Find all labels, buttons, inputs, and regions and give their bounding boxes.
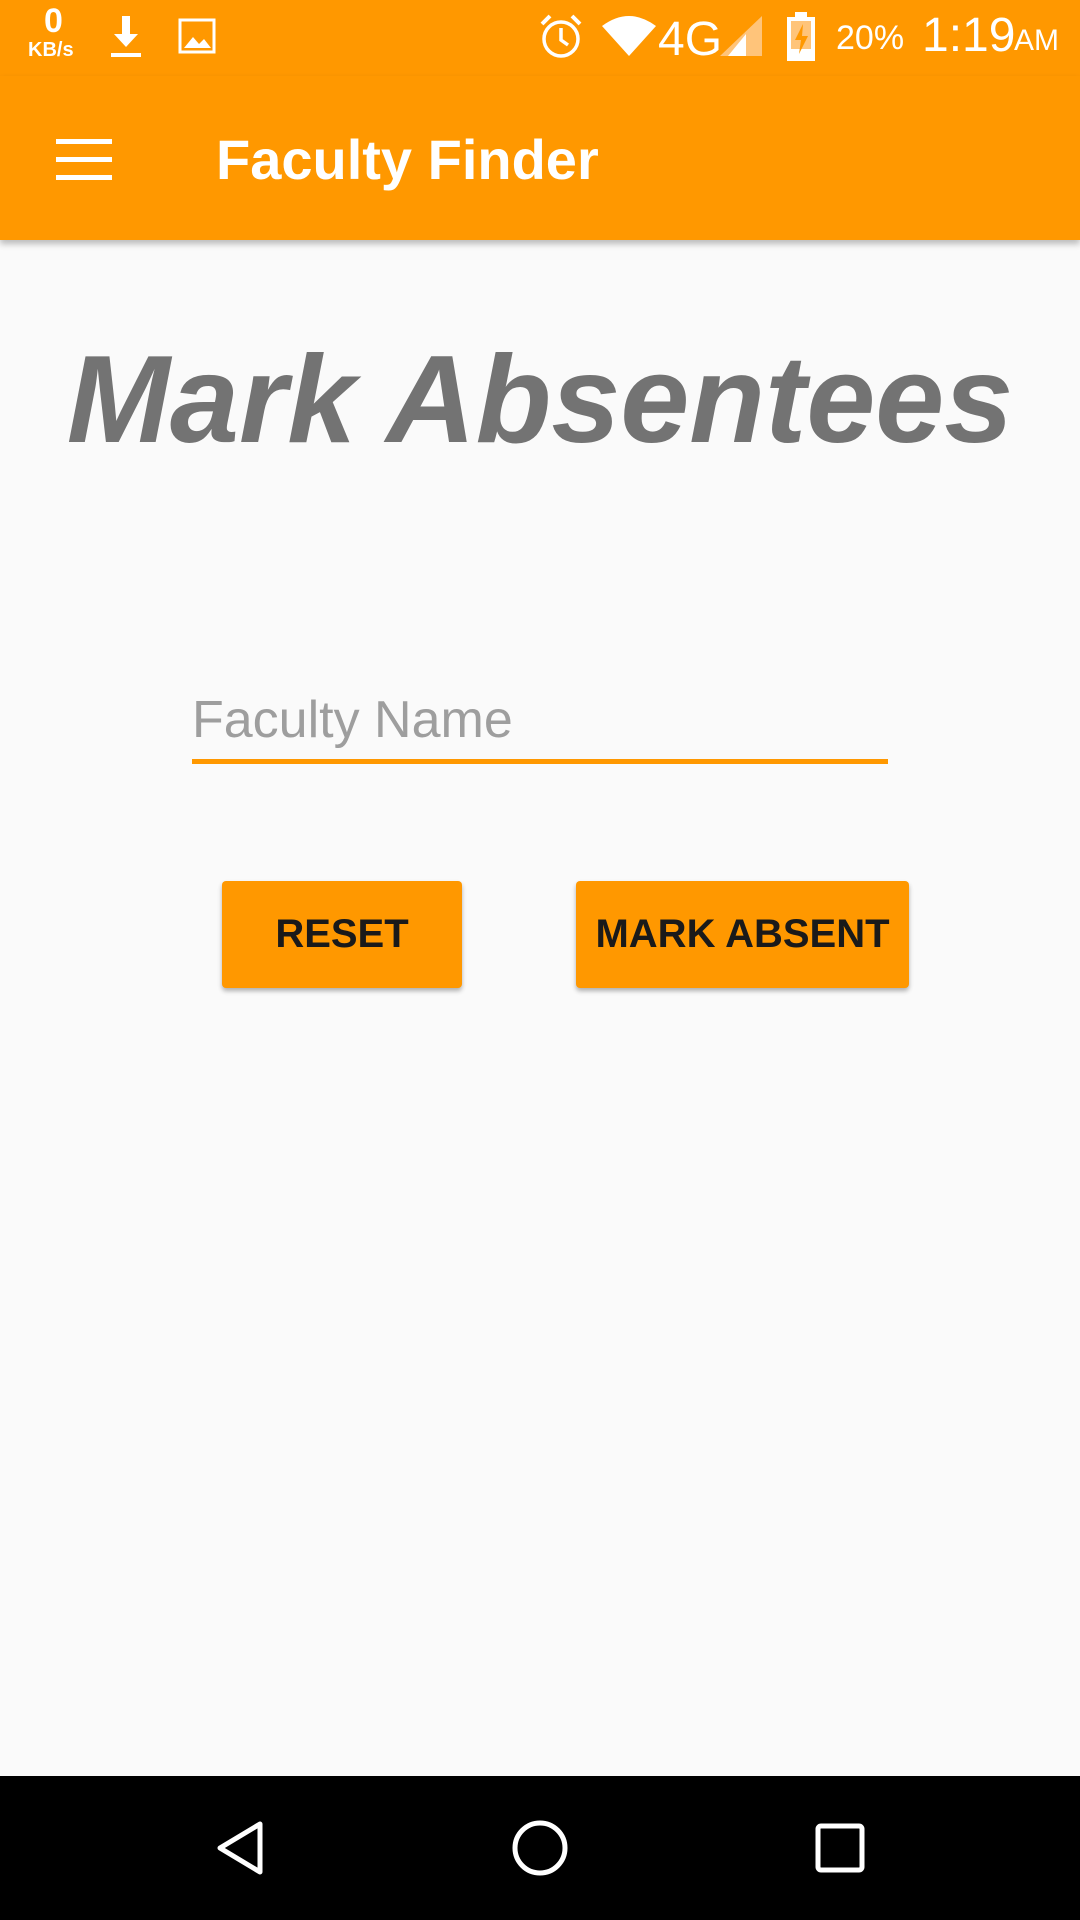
battery-charging-icon — [786, 12, 816, 67]
clock-suffix: AM — [1014, 24, 1059, 57]
download-icon — [108, 14, 144, 65]
recents-icon[interactable] — [792, 1800, 888, 1896]
network-type: 4G — [658, 13, 723, 66]
battery-percent: 20% — [836, 19, 905, 57]
alarm-icon — [538, 12, 584, 65]
reset-button[interactable]: RESET — [222, 881, 462, 988]
faculty-name-input[interactable] — [192, 680, 888, 764]
home-icon[interactable] — [492, 1800, 588, 1896]
clock-time: 1:19 — [922, 9, 1016, 62]
hamburger-menu-icon[interactable] — [36, 124, 132, 196]
app-title: Faculty Finder — [216, 128, 599, 191]
back-icon[interactable] — [192, 1800, 288, 1896]
wifi-icon — [600, 14, 658, 63]
navigation-bar — [0, 1776, 1080, 1920]
status-bar: 0 KB/s 4G 20% 1:19 AM — [0, 0, 1080, 76]
network-speed-unit: KB/s — [28, 39, 74, 61]
signal-icon — [716, 14, 764, 63]
mark-absent-button[interactable]: MARK ABSENT — [576, 881, 909, 988]
network-speed-value: 0 — [44, 2, 63, 40]
image-icon — [178, 18, 216, 59]
app-bar: Faculty Finder — [0, 76, 1080, 240]
page-heading: Mark Absentees — [66, 331, 1014, 469]
